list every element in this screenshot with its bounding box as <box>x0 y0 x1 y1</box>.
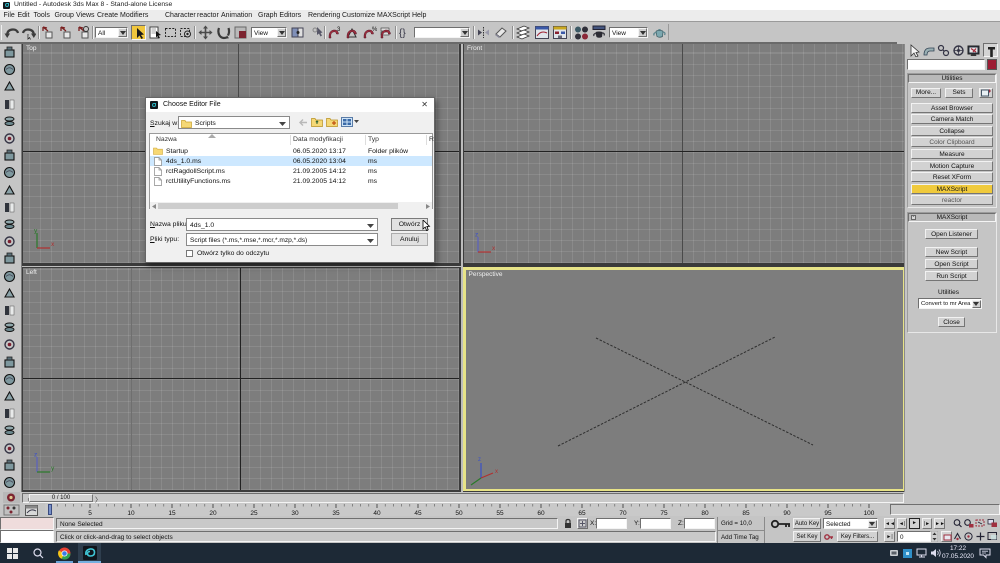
svg-text:35: 35 <box>332 510 340 516</box>
svg-text:x: x <box>492 245 496 252</box>
svg-text:95: 95 <box>824 510 832 516</box>
svg-text:x: x <box>495 469 498 475</box>
svg-text:3: 3 <box>337 27 341 33</box>
svg-text:z: z <box>475 232 478 239</box>
svg-text:x: x <box>51 241 55 248</box>
svg-text:80: 80 <box>701 510 709 516</box>
svg-text:y: y <box>51 465 55 472</box>
svg-text:20: 20 <box>209 510 217 516</box>
svg-text:85: 85 <box>742 510 750 516</box>
svg-text:10: 10 <box>127 510 135 516</box>
svg-text:50: 50 <box>455 510 463 516</box>
svg-text:25: 25 <box>250 510 258 516</box>
svg-text:60: 60 <box>537 510 545 516</box>
svg-text:40: 40 <box>373 510 381 516</box>
svg-text:55: 55 <box>496 510 504 516</box>
svg-text:65: 65 <box>578 510 586 516</box>
svg-text:{}: {} <box>399 28 406 39</box>
svg-text:45: 45 <box>414 510 422 516</box>
svg-text:15: 15 <box>168 510 176 516</box>
svg-text:30: 30 <box>291 510 299 516</box>
svg-text:z: z <box>34 452 37 459</box>
svg-text:100: 100 <box>864 510 875 516</box>
svg-text:90: 90 <box>783 510 791 516</box>
svg-text:70: 70 <box>619 510 627 516</box>
svg-text:z: z <box>478 457 481 463</box>
svg-text:%: % <box>372 27 377 33</box>
svg-text:75: 75 <box>660 510 668 516</box>
svg-text:5: 5 <box>88 510 92 516</box>
